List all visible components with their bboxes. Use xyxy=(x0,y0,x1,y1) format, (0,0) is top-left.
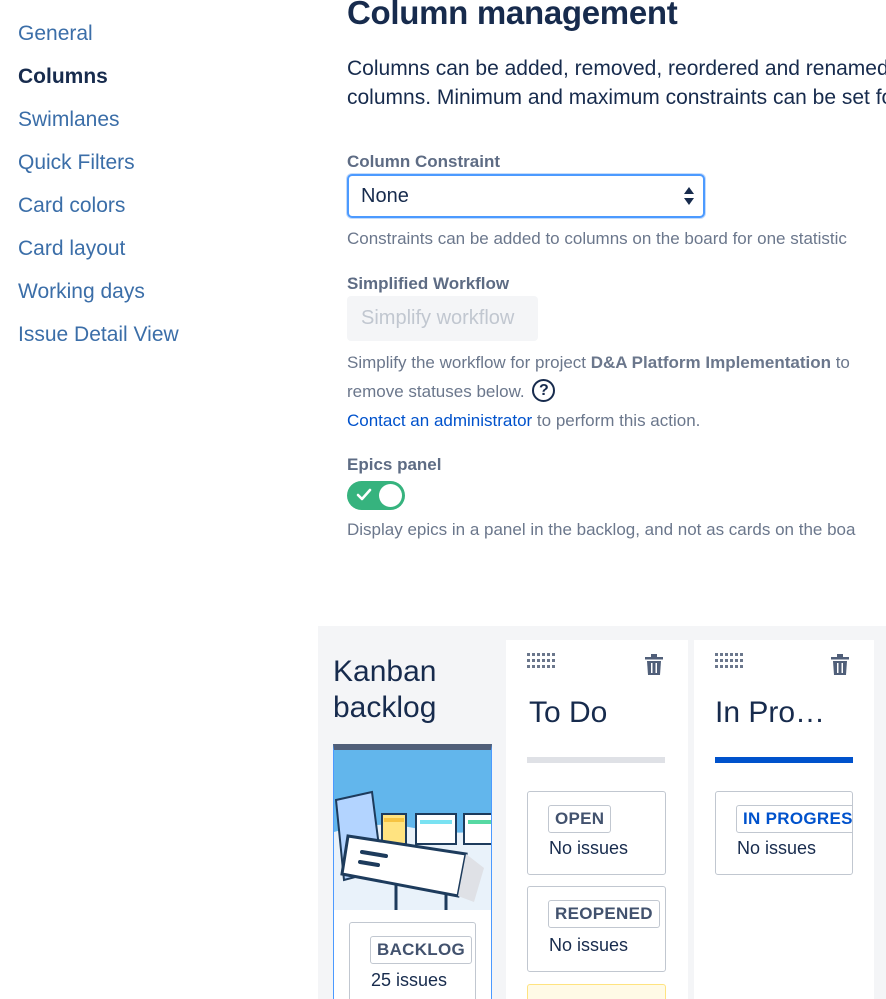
sidebar-item-quick-filters[interactable]: Quick Filters xyxy=(18,151,135,175)
status-lozenge: BACKLOG xyxy=(370,936,473,964)
trash-icon[interactable] xyxy=(645,654,663,675)
toggle-knob xyxy=(379,484,402,507)
status-card-reopened[interactable]: REOPENED No issues xyxy=(527,886,666,972)
backlog-title-line-2: backlog xyxy=(333,691,437,724)
constraint-help-text: Constraints can be added to columns on t… xyxy=(347,229,847,248)
column-title[interactable]: To Do xyxy=(529,696,607,730)
workflow-help-line2-text: remove statuses below. xyxy=(347,382,525,401)
column-title[interactable]: In Pro… xyxy=(715,696,825,730)
simplified-workflow-label: Simplified Workflow xyxy=(347,274,510,293)
contact-administrator-link[interactable]: Contact an administrator xyxy=(347,411,532,430)
question-help-icon[interactable]: ? xyxy=(532,379,556,403)
issue-count: 25 issues xyxy=(371,970,448,990)
status-card-open[interactable]: OPEN No issues xyxy=(527,791,666,875)
status-lozenge: OPEN xyxy=(548,805,612,833)
column-color-bar xyxy=(715,757,853,763)
status-card-in-progress[interactable]: IN PROGRESS No issues xyxy=(715,791,853,875)
sidebar-item-card-colors[interactable]: Card colors xyxy=(18,194,125,218)
backlog-illustration-icon xyxy=(334,750,491,910)
intro-text: Columns can be added, removed, reordered… xyxy=(347,54,886,112)
sidebar-item-card-layout[interactable]: Card layout xyxy=(18,237,125,261)
backlog-title-line-1: Kanban xyxy=(333,655,437,688)
drag-handle-icon[interactable] xyxy=(715,653,743,669)
issue-count: No issues xyxy=(549,935,629,955)
sidebar-item-swimlanes[interactable]: Swimlanes xyxy=(18,108,120,132)
sidebar-item-issue-detail-view[interactable]: Issue Detail View xyxy=(18,323,179,347)
workflow-help-line-1: Simplify the workflow for project D&A Pl… xyxy=(347,348,850,377)
simplify-workflow-button[interactable]: Simplify workflow xyxy=(347,296,538,341)
board-column-todo[interactable]: To Do OPEN No issues REOPENED No issues xyxy=(506,640,688,999)
contact-suffix: to perform this action. xyxy=(532,411,701,430)
sidebar-item-working-days[interactable]: Working days xyxy=(18,280,145,304)
column-constraint-value: None xyxy=(361,185,409,207)
column-board: Kanban backlog BACKLOG 25 issues To Do O… xyxy=(318,626,886,999)
sidebar-item-columns[interactable]: Columns xyxy=(18,65,108,89)
issue-count: No issues xyxy=(737,838,817,858)
column-color-bar xyxy=(527,757,665,763)
epics-help-text: Display epics in a panel in the backlog,… xyxy=(347,520,856,539)
drag-handle-icon[interactable] xyxy=(527,653,555,669)
workflow-help-prefix: Simplify the workflow for project xyxy=(347,353,591,372)
workflow-help-text: Simplify the workflow for project D&A Pl… xyxy=(347,348,850,435)
sidebar-item-general[interactable]: General xyxy=(18,22,93,46)
trash-icon[interactable] xyxy=(831,654,849,675)
issue-count: No issues xyxy=(549,838,629,858)
intro-line-2: columns. Minimum and maximum constraints… xyxy=(347,86,886,109)
backlog-panel: BACKLOG 25 issues xyxy=(333,744,492,999)
checkmark-icon xyxy=(356,488,372,501)
epics-panel-toggle[interactable] xyxy=(347,481,405,510)
workflow-contact-line: Contact an administrator to perform this… xyxy=(347,406,850,435)
status-card-drop-zone[interactable] xyxy=(527,984,666,999)
backlog-title: Kanban backlog xyxy=(333,654,436,726)
page-title: Column management xyxy=(347,0,678,31)
workflow-help-line-2: remove statuses below. ? xyxy=(347,377,850,406)
workflow-help-suffix: to xyxy=(830,353,850,372)
board-column-in-progress[interactable]: In Pro… IN PROGRESS No issues xyxy=(694,640,874,999)
intro-line-1: Columns can be added, removed, reordered… xyxy=(347,57,886,80)
column-constraint-select[interactable]: None xyxy=(347,174,705,218)
project-name: D&A Platform Implementation xyxy=(590,353,831,372)
column-constraint-label: Column Constraint xyxy=(347,152,500,171)
status-lozenge: REOPENED xyxy=(548,900,660,928)
status-lozenge: IN PROGRESS xyxy=(736,805,852,833)
epics-panel-label: Epics panel xyxy=(347,455,442,474)
select-arrows-icon xyxy=(684,187,694,205)
backlog-status-card[interactable]: BACKLOG 25 issues xyxy=(349,922,476,999)
